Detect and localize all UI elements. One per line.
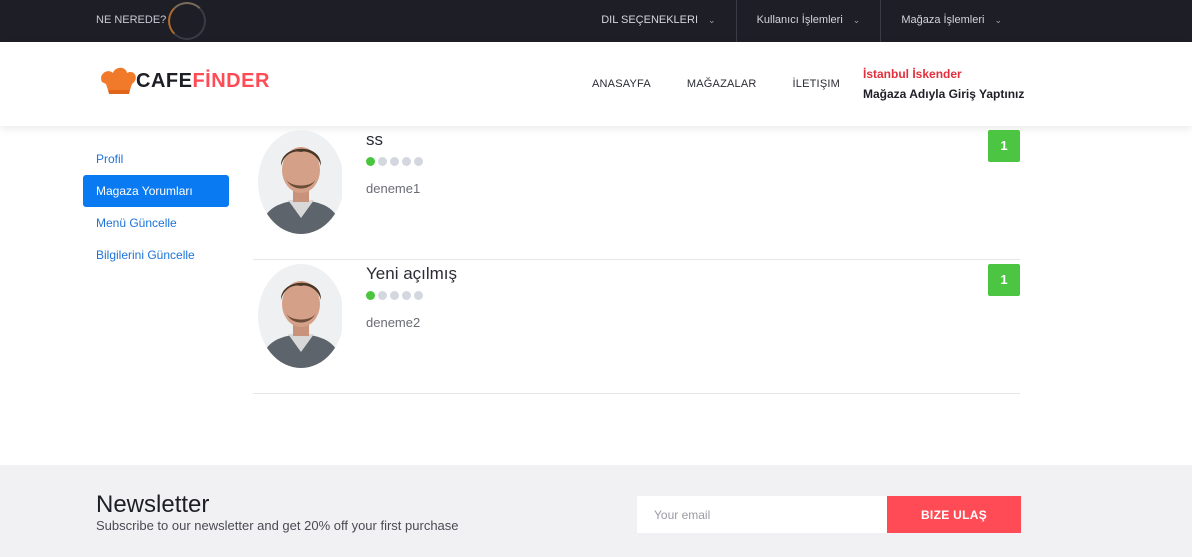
chef-hat-icon — [101, 67, 136, 94]
sidebar-item-profile[interactable]: Profil — [83, 143, 229, 175]
newsletter-footer: Newsletter Subscribe to our newsletter a… — [0, 465, 1192, 557]
avatar — [258, 130, 342, 234]
nav-home[interactable]: ANASAYFA — [592, 78, 651, 90]
newsletter-title: Newsletter — [96, 491, 210, 518]
rating-dot-empty — [414, 291, 423, 300]
review-item: ss deneme1 1 — [253, 126, 1020, 260]
loader-ring-icon — [168, 2, 206, 40]
review-rating — [366, 157, 426, 166]
top-bar: NE NEREDE? DIL SEÇENEKLERI ⌄ Kullanıcı İş… — [0, 0, 1192, 42]
user-info: İstanbul İskender Mağaza Adıyla Giriş Ya… — [863, 67, 1024, 101]
login-status: Mağaza Adıyla Giriş Yaptınız — [863, 87, 1025, 101]
reviews-list: ss deneme1 1 Yeni açılmış deneme2 1 — [253, 126, 1020, 394]
email-input[interactable] — [637, 496, 887, 533]
logo-text: CAFEFİNDER — [136, 70, 270, 93]
sidebar: Profil Magaza Yorumları Menü Güncelle Bi… — [83, 143, 229, 271]
sidebar-item-update-menu[interactable]: Menü Güncelle — [83, 207, 229, 239]
review-item: Yeni açılmış deneme2 1 — [253, 260, 1020, 394]
rating-dot-filled — [366, 291, 375, 300]
review-text: deneme2 — [366, 315, 421, 330]
rating-dot-filled — [366, 157, 375, 166]
score-badge: 1 — [988, 130, 1020, 162]
rating-dot-empty — [378, 157, 387, 166]
menu-user-operations-label: Kullanıcı İşlemleri — [756, 14, 843, 26]
logo-text-part1: CAFE — [136, 69, 193, 92]
main-nav: ANASAYFA MAĞAZALAR İLETIŞIM — [592, 42, 876, 126]
contact-button[interactable]: BIZE ULAŞ — [887, 496, 1021, 533]
chevron-down-icon: ⌄ — [852, 15, 861, 25]
rating-dot-empty — [414, 157, 423, 166]
top-menu: DIL SEÇENEKLERI ⌄ Kullanıcı İşlemleri ⌄ Ma… — [581, 0, 1022, 42]
sidebar-item-store-reviews[interactable]: Magaza Yorumları — [83, 175, 229, 207]
avatar — [258, 264, 342, 368]
score-badge: 1 — [988, 264, 1020, 296]
nav-contact[interactable]: İLETIŞIM — [793, 78, 840, 90]
menu-language-label: DIL SEÇENEKLERI — [601, 14, 699, 26]
menu-store-operations-label: Mağaza İşlemleri — [901, 14, 985, 26]
review-title: Yeni açılmış — [366, 264, 458, 283]
user-name[interactable]: İstanbul İskender — [863, 67, 1024, 81]
main-header: CAFEFİNDER ANASAYFA MAĞAZALAR İLETIŞIM İ… — [0, 42, 1192, 126]
site-logo[interactable]: CAFEFİNDER — [96, 64, 270, 98]
newsletter-subtitle: Subscribe to our newsletter and get 20% … — [96, 518, 459, 533]
menu-store-operations[interactable]: Mağaza İşlemleri ⌄ — [880, 0, 1022, 42]
menu-user-operations[interactable]: Kullanıcı İşlemleri ⌄ — [735, 0, 881, 42]
review-rating — [366, 291, 426, 300]
menu-language[interactable]: DIL SEÇENEKLERI ⌄ — [581, 0, 735, 42]
review-title: ss — [366, 130, 383, 149]
chevron-down-icon: ⌄ — [708, 15, 716, 25]
rating-dot-empty — [378, 291, 387, 300]
nav-stores[interactable]: MAĞAZALAR — [687, 78, 757, 90]
logo-text-part2: FİNDER — [192, 69, 270, 92]
chevron-down-icon: ⌄ — [994, 15, 1002, 25]
top-brand[interactable]: NE NEREDE? — [96, 0, 166, 42]
review-text: deneme1 — [366, 181, 421, 196]
rating-dot-empty — [402, 157, 411, 166]
rating-dot-empty — [390, 157, 399, 166]
rating-dot-empty — [402, 291, 411, 300]
rating-dot-empty — [390, 291, 399, 300]
sidebar-item-update-info[interactable]: Bilgilerini Güncelle — [83, 239, 229, 271]
